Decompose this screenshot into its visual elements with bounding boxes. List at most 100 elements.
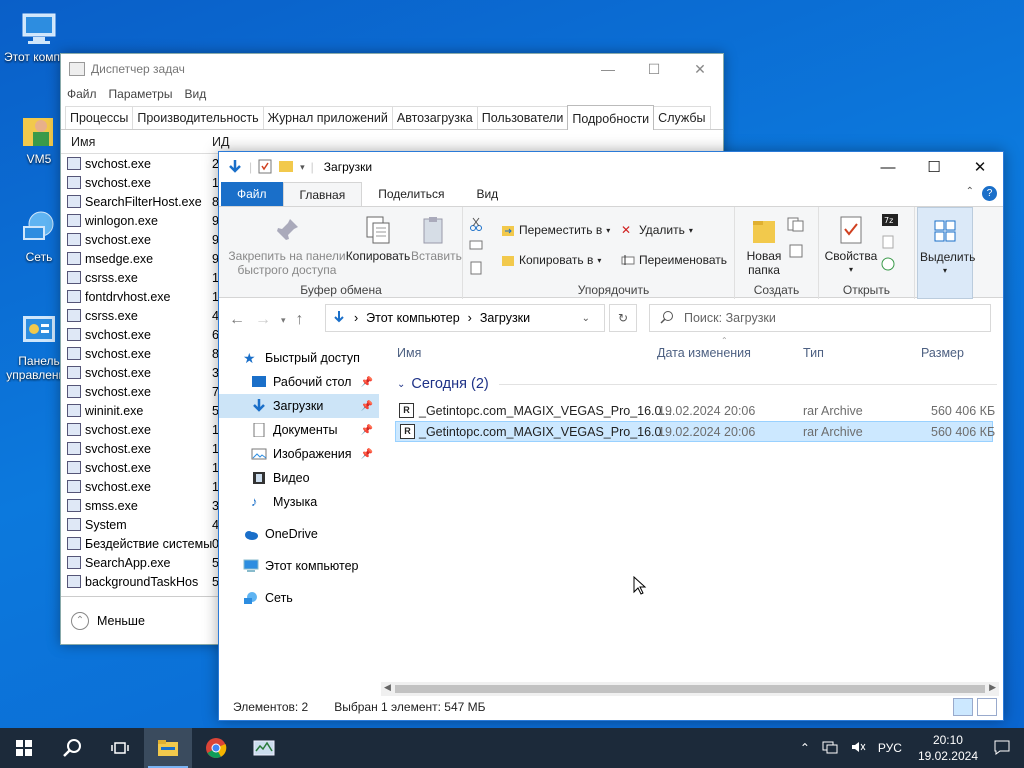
menu-view[interactable]: Вид	[184, 87, 206, 101]
tab-file[interactable]: Файл	[221, 182, 283, 206]
nav-video[interactable]: Видео	[219, 466, 379, 490]
address-dropdown-icon[interactable]: ⌄	[582, 313, 590, 324]
new-item-icon[interactable]	[787, 217, 807, 233]
task-manager-titlebar[interactable]: Диспетчер задач — ☐ ✕	[61, 54, 723, 84]
new-folder-qa-icon[interactable]	[278, 159, 294, 176]
maximize-button[interactable]: ☐	[911, 152, 957, 182]
tab-services[interactable]: Службы	[653, 106, 711, 129]
rename-button[interactable]: Переименовать	[621, 253, 727, 267]
tab-performance[interactable]: Производительность	[132, 106, 264, 129]
taskbar-task-manager[interactable]	[240, 728, 288, 768]
column-name[interactable]: Имя	[71, 135, 95, 149]
group-header-today[interactable]: ⌄ Сегодня (2)	[397, 376, 997, 392]
scroll-left-icon[interactable]: ◀	[384, 682, 391, 693]
explorer-titlebar[interactable]: | ▾ | Загрузки — ☐ ✕	[219, 152, 1003, 182]
file-row-selected[interactable]: R _Getintopc.com_MAGIX_VEGAS_Pro_16.0 19…	[395, 421, 995, 442]
tab-app-history[interactable]: Журнал приложений	[262, 106, 393, 129]
paste-button[interactable]: Вставить	[411, 215, 462, 263]
rar-archive-icon: R	[399, 403, 414, 418]
nav-desktop[interactable]: Рабочий стол 📌	[219, 370, 379, 394]
breadcrumb-downloads[interactable]: Загрузки	[480, 311, 530, 325]
tab-home[interactable]: Главная	[282, 182, 363, 206]
properties-qa-icon[interactable]	[258, 158, 272, 177]
new-folder-button[interactable]: Новая папка	[739, 215, 789, 277]
breadcrumb-separator[interactable]: ›	[354, 311, 358, 325]
nav-onedrive[interactable]: OneDrive	[219, 522, 379, 546]
collapse-ribbon-icon[interactable]: ⌃	[966, 186, 974, 201]
pin-icon[interactable]: 📌	[361, 401, 373, 412]
column-pid[interactable]: ИД	[212, 135, 229, 149]
properties-button[interactable]: Свойства ▾	[823, 215, 879, 277]
taskbar-chrome[interactable]	[192, 728, 240, 768]
up-arrow-icon[interactable]: ↑	[296, 311, 304, 329]
notifications-icon[interactable]	[994, 739, 1010, 758]
pin-quick-access-button[interactable]: Закрепить на панели быстрого доступа	[225, 215, 349, 277]
minimize-button[interactable]: —	[585, 54, 631, 84]
task-view-button[interactable]	[96, 728, 144, 768]
easy-access-icon[interactable]	[787, 243, 807, 259]
menu-file[interactable]: Файл	[67, 87, 97, 101]
large-icons-view-icon[interactable]	[977, 698, 997, 716]
pin-icon[interactable]: 📌	[361, 449, 373, 460]
nav-downloads[interactable]: Загрузки 📌	[219, 394, 379, 418]
maximize-button[interactable]: ☐	[631, 54, 677, 84]
tab-view[interactable]: Вид	[460, 182, 514, 206]
nav-pictures[interactable]: Изображения 📌	[219, 442, 379, 466]
search-button[interactable]	[48, 728, 96, 768]
breadcrumb-this-pc[interactable]: Этот компьютер	[366, 311, 459, 325]
copy-to-button[interactable]: Копировать в ▾	[501, 253, 601, 267]
tab-processes[interactable]: Процессы	[65, 106, 134, 129]
delete-button[interactable]: ✕ Удалить ▾	[621, 223, 693, 237]
forward-arrow-icon[interactable]: →	[255, 311, 271, 329]
scroll-thumb[interactable]	[395, 685, 985, 693]
column-date-modified[interactable]: Дата изменения	[657, 346, 751, 360]
details-view-icon[interactable]	[953, 698, 973, 716]
input-language[interactable]: РУС	[878, 741, 902, 755]
back-arrow-icon[interactable]: ←	[229, 311, 245, 329]
tab-details[interactable]: Подробности	[567, 105, 655, 130]
refresh-button[interactable]: ↻	[609, 304, 637, 332]
nav-music[interactable]: ♪ Музыка	[219, 490, 379, 514]
close-button[interactable]: ✕	[677, 54, 723, 84]
tab-share[interactable]: Поделиться	[362, 182, 460, 206]
edit-icon[interactable]	[881, 235, 895, 249]
move-to-button[interactable]: Переместить в ▾	[501, 223, 610, 237]
nav-quick-access[interactable]: ★ Быстрый доступ	[219, 346, 379, 370]
copy-path-icon[interactable]	[469, 239, 483, 251]
recent-locations-icon[interactable]: ▾	[281, 315, 286, 326]
customize-qa-icon[interactable]: ▾	[300, 162, 305, 173]
column-size[interactable]: Размер	[921, 346, 964, 360]
nav-this-pc[interactable]: Этот компьютер	[219, 554, 379, 578]
paste-shortcut-icon[interactable]	[469, 261, 483, 275]
horizontal-scrollbar[interactable]: ◀ ▶	[381, 682, 999, 696]
clock[interactable]: 20:10 19.02.2024	[918, 732, 978, 764]
help-icon[interactable]: ?	[982, 186, 997, 201]
start-button[interactable]	[0, 728, 48, 768]
close-button[interactable]: ✕	[957, 152, 1003, 182]
nav-documents[interactable]: Документы 📌	[219, 418, 379, 442]
cut-icon[interactable]	[469, 217, 483, 231]
column-type[interactable]: Тип	[803, 346, 824, 360]
history-icon[interactable]	[881, 257, 895, 271]
column-name[interactable]: Имя	[397, 346, 421, 360]
nav-network[interactable]: Сеть	[219, 586, 379, 610]
tab-users[interactable]: Пользователи	[476, 106, 569, 129]
tab-startup[interactable]: Автозагрузка	[391, 106, 478, 129]
menu-options[interactable]: Параметры	[109, 87, 173, 101]
volume-muted-icon[interactable]	[850, 740, 866, 757]
breadcrumb-separator[interactable]: ›	[468, 311, 472, 325]
search-box[interactable]: Поиск: Загрузки	[649, 304, 991, 332]
minimize-button[interactable]: —	[865, 152, 911, 182]
scroll-right-icon[interactable]: ▶	[989, 682, 996, 693]
file-row[interactable]: R _Getintopc.com_MAGIX_VEGAS_Pro_16.0...…	[395, 400, 995, 421]
address-bar[interactable]: › Этот компьютер › Загрузки ⌄	[325, 304, 605, 332]
open-with-7z-icon[interactable]: 7z	[881, 213, 901, 227]
pin-icon[interactable]: 📌	[361, 425, 373, 436]
pin-icon[interactable]: 📌	[361, 377, 373, 388]
select-button[interactable]: Выделить ▾	[920, 216, 975, 278]
taskbar-explorer[interactable]	[144, 728, 192, 768]
process-name: svchost.exe	[85, 327, 152, 342]
show-hidden-icons[interactable]: ⌃	[800, 741, 810, 755]
network-status-icon[interactable]	[822, 740, 838, 757]
copy-button[interactable]: Копировать	[345, 215, 411, 263]
